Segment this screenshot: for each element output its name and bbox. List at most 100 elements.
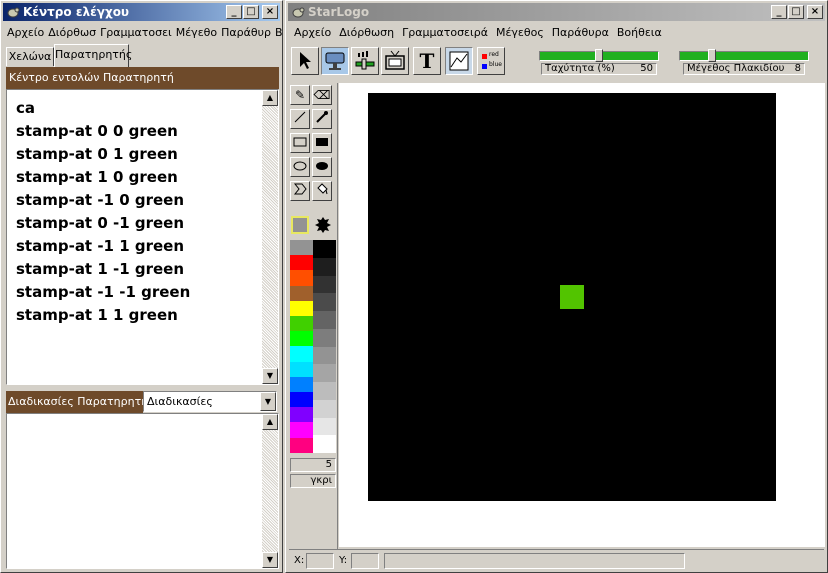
scroll-down-arrow-icon[interactable]: ▼ bbox=[262, 368, 278, 384]
scroll-up-arrow-icon[interactable]: ▲ bbox=[262, 90, 278, 106]
minimize-button[interactable]: _ bbox=[771, 5, 787, 19]
control-center-window: Κέντρο ελέγχου _ □ × Αρχείο Διόρθωσ Γραμματο… bbox=[0, 0, 283, 573]
eraser-tool[interactable]: ⌫ bbox=[312, 85, 332, 105]
speed-slider-thumb[interactable] bbox=[595, 49, 603, 62]
maximize-button[interactable]: □ bbox=[243, 5, 259, 19]
menu-windows[interactable]: Παράθυρα bbox=[548, 23, 613, 39]
menu-file[interactable]: Αρχείο bbox=[289, 23, 335, 39]
color-swatch[interactable] bbox=[313, 399, 336, 418]
menu-help[interactable]: Βοήθεια bbox=[273, 23, 282, 39]
command-line: stamp-at 1 1 green bbox=[16, 306, 178, 324]
starlogo-title: StarLogo bbox=[308, 5, 370, 19]
color-swatch[interactable] bbox=[290, 270, 313, 286]
slider-tool-button[interactable] bbox=[351, 47, 379, 75]
control-center-titlebar[interactable]: Κέντρο ελέγχου _ □ × bbox=[3, 3, 280, 21]
menu-size[interactable]: Μέγεθο bbox=[174, 23, 219, 39]
oval-outline-tool[interactable] bbox=[290, 157, 310, 177]
scroll-down-arrow-icon[interactable]: ▼ bbox=[262, 552, 278, 568]
color-swatch[interactable] bbox=[313, 328, 336, 347]
control-center-title: Κέντρο ελέγχου bbox=[23, 5, 130, 19]
tab-observer-label: Παρατηρητής bbox=[55, 48, 133, 61]
menu-font[interactable]: Γραμματοσειρά bbox=[398, 23, 492, 39]
color-swatch[interactable] bbox=[313, 435, 336, 453]
rectangle-outline-icon bbox=[293, 137, 307, 147]
procedures-select[interactable]: Διαδικασίες ▼ bbox=[143, 391, 277, 412]
patch-slider-thumb[interactable] bbox=[708, 49, 716, 62]
eyedropper-tool[interactable] bbox=[312, 109, 332, 129]
procedures-textarea[interactable]: ▲ ▼ bbox=[6, 413, 279, 569]
color-swatch[interactable] bbox=[313, 364, 336, 382]
starlogo-titlebar[interactable]: StarLogo _ □ × bbox=[288, 3, 825, 21]
turtle-tool-button[interactable] bbox=[321, 47, 349, 75]
drawing-tools-panel: ✎ ⌫ 5 γκρι bbox=[288, 83, 338, 549]
oval-filled-tool[interactable] bbox=[312, 157, 332, 177]
color-swatch[interactable] bbox=[290, 285, 313, 301]
color-swatch[interactable] bbox=[313, 311, 336, 329]
starlogo-turtle-icon bbox=[7, 7, 20, 18]
monitor-tool-button[interactable] bbox=[381, 47, 409, 75]
fill-tool[interactable] bbox=[312, 181, 332, 201]
control-menubar: ΑρχείοΔιόρθωσΓραμματοσειΜέγεθοΠαράθυρΒοή… bbox=[4, 23, 282, 41]
color-swatch[interactable] bbox=[290, 240, 313, 256]
patch-label: Μέγεθος Πλακιδίου bbox=[687, 63, 785, 74]
menu-font[interactable]: Γραμματοσει bbox=[98, 23, 174, 39]
turtle-icon[interactable] bbox=[314, 216, 332, 234]
color-swatch[interactable] bbox=[290, 392, 313, 408]
stamp-tool[interactable] bbox=[290, 181, 310, 201]
menu-file[interactable]: Αρχείο bbox=[4, 23, 46, 39]
color-swatch[interactable] bbox=[290, 331, 313, 347]
menu-size[interactable]: Μέγεθος bbox=[492, 23, 548, 39]
color-swatch[interactable] bbox=[290, 300, 313, 316]
color-swatch[interactable] bbox=[313, 257, 336, 276]
scroll-up-arrow-icon[interactable]: ▲ bbox=[262, 414, 278, 430]
procedures-scrollbar[interactable]: ▲ ▼ bbox=[262, 414, 278, 568]
color-swatch[interactable] bbox=[290, 407, 313, 423]
rectangle-filled-tool[interactable] bbox=[312, 133, 332, 153]
menu-help[interactable]: Βοήθεια bbox=[613, 23, 666, 39]
command-center-textarea[interactable]: ca stamp-at 0 0 green stamp-at 0 1 green… bbox=[6, 89, 279, 385]
speed-slider[interactable]: Ταχύτητα (%) 50 bbox=[539, 49, 659, 75]
color-swatch[interactable] bbox=[313, 382, 336, 400]
maximize-button[interactable]: □ bbox=[788, 5, 804, 19]
color-swatch[interactable] bbox=[290, 437, 313, 453]
pencil-tool[interactable]: ✎ bbox=[290, 85, 310, 105]
text-tool-button[interactable]: T bbox=[413, 47, 441, 75]
main-toolbar: T red blue Ταχύτητα (%) 50 Μέγεθος Πλακι… bbox=[289, 45, 824, 79]
pointer-tool-button[interactable] bbox=[291, 47, 319, 75]
command-scrollbar[interactable]: ▲ ▼ bbox=[262, 90, 278, 384]
tab-turtle[interactable]: Χελώνα bbox=[6, 47, 54, 66]
procedures-label: Διαδικασίες Παρατηρητή bbox=[8, 395, 143, 408]
eraser-icon: ⌫ bbox=[313, 88, 331, 102]
color-legend-button[interactable]: red blue bbox=[477, 47, 505, 75]
close-button[interactable]: × bbox=[807, 5, 823, 19]
patch-canvas[interactable] bbox=[368, 93, 776, 501]
color-swatch[interactable] bbox=[313, 346, 336, 365]
color-swatch[interactable] bbox=[290, 255, 313, 271]
current-color-swatch[interactable] bbox=[291, 216, 309, 234]
chevron-down-icon[interactable]: ▼ bbox=[260, 392, 276, 411]
tab-observer[interactable]: Παρατηρητής bbox=[54, 44, 133, 67]
line-tool[interactable] bbox=[290, 109, 310, 129]
status-message-field bbox=[384, 553, 685, 569]
color-swatch[interactable] bbox=[290, 376, 313, 392]
color-swatch[interactable] bbox=[313, 293, 336, 311]
color-swatch[interactable] bbox=[313, 417, 336, 436]
menu-edit[interactable]: Διόρθωσ bbox=[46, 23, 98, 39]
menu-windows[interactable]: Παράθυρ bbox=[219, 23, 273, 39]
color-swatch[interactable] bbox=[313, 240, 336, 258]
patch-slider-track[interactable] bbox=[679, 51, 809, 61]
color-swatch[interactable] bbox=[290, 361, 313, 377]
minimize-button[interactable]: _ bbox=[226, 5, 242, 19]
patch-size-slider[interactable]: Μέγεθος Πλακιδίου 8 bbox=[679, 49, 809, 75]
color-swatch[interactable] bbox=[313, 275, 336, 294]
color-swatch[interactable] bbox=[290, 346, 313, 362]
menu-edit[interactable]: Διόρθωση bbox=[335, 23, 398, 39]
close-button[interactable]: × bbox=[262, 5, 278, 19]
pen-size-field[interactable]: 5 bbox=[290, 458, 336, 472]
legend-blue-label: blue bbox=[489, 61, 502, 68]
color-swatch[interactable] bbox=[290, 316, 313, 332]
graph-tool-button[interactable] bbox=[445, 47, 473, 75]
color-swatch[interactable] bbox=[290, 422, 313, 438]
color-name-field[interactable]: γκρι bbox=[290, 474, 336, 488]
rectangle-outline-tool[interactable] bbox=[290, 133, 310, 153]
